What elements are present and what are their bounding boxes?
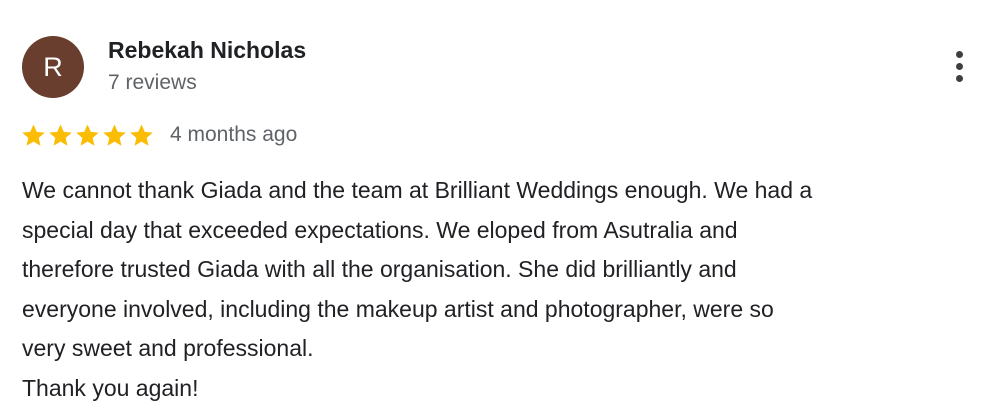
- review-text-line: special day that exceeded expectations. …: [22, 216, 738, 243]
- reviewer-name[interactable]: Rebekah Nicholas: [108, 37, 306, 64]
- rating-row: 4 months ago: [20, 120, 297, 150]
- review-date: 4 months ago: [170, 123, 298, 146]
- more-options-button[interactable]: [942, 46, 976, 86]
- review-text-line: very sweet and professional.: [22, 335, 314, 361]
- more-vert-icon-dot: [955, 74, 963, 82]
- avatar[interactable]: R: [22, 36, 84, 98]
- review-card: R Rebekah Nicholas 7 reviews 4 months ag…: [0, 0, 1000, 416]
- star-icon: [47, 122, 74, 149]
- star-icon: [74, 122, 101, 149]
- review-text-line: We cannot thank Giada and the team at Br…: [22, 177, 813, 203]
- star-icon: [128, 122, 155, 149]
- more-vert-icon: [955, 50, 963, 58]
- star-rating: [20, 122, 155, 149]
- review-text-line: everyone involved, including the makeup …: [22, 295, 774, 322]
- avatar-letter: R: [43, 51, 63, 82]
- review-text-line: therefore trusted Giada with all the org…: [22, 256, 737, 282]
- review-count[interactable]: 7 reviews: [108, 71, 197, 95]
- more-vert-icon-dot: [955, 62, 963, 70]
- review-text-line: Thank you again!: [22, 374, 199, 401]
- star-icon: [20, 122, 47, 149]
- star-icon: [101, 122, 128, 149]
- review-text: We cannot thank Giada and the team at Br…: [22, 171, 982, 408]
